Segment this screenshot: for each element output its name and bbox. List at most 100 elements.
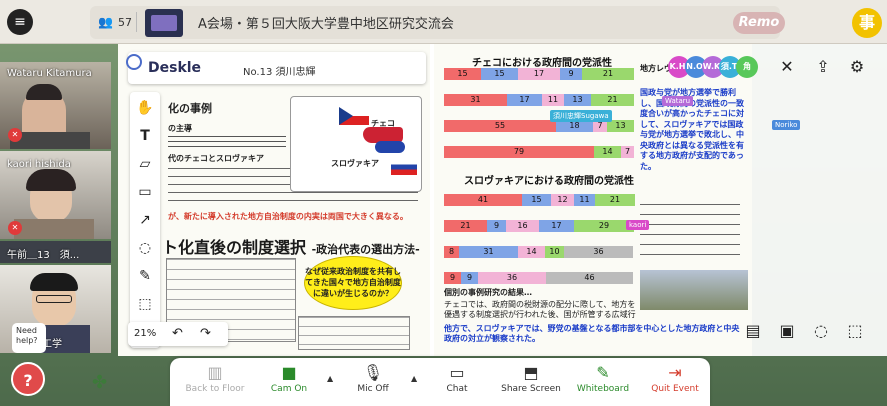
room-thumbnail: [145, 9, 183, 37]
floor-map-icon: ▥: [207, 363, 223, 382]
screen-share-icon: ⬒: [523, 363, 539, 382]
section-subtitle: -政治代表の選出方法-: [311, 243, 420, 256]
close-icon[interactable]: ✕: [774, 54, 800, 80]
map-label: チェコ: [371, 119, 395, 128]
chat-bubble-icon[interactable]: ◌: [808, 318, 834, 344]
map-image: チェコ スロヴァキア: [290, 96, 422, 192]
arrow-icon[interactable]: ↗: [135, 210, 155, 230]
poster-right-page: チェコにおける政府間の党派性 15 15 17 9 21 31 17 11 13 21 55 18 7 1…: [434, 44, 752, 356]
mic-muted-icon: 🎙: [362, 363, 384, 382]
whiteboard-button[interactable]: ✎ Whiteboard: [568, 362, 638, 402]
chart-title: スロヴァキアにおける政府間の党派性: [464, 176, 634, 187]
room-title: A会場・第５回大阪大学豊中地区研究交流会: [198, 17, 454, 32]
poster-body-text: [640, 204, 740, 264]
participant-avatar[interactable]: 角: [736, 56, 758, 78]
bar-segment: 14: [594, 146, 621, 158]
people-icon: 👥: [98, 15, 113, 29]
whiteboard-label: Whiteboard: [576, 384, 630, 394]
menu-icon[interactable]: ≡: [7, 9, 33, 35]
chat-icon: ▭: [449, 363, 465, 382]
chat-button[interactable]: ▭ Chat: [422, 362, 492, 402]
presenter-icon[interactable]: ▣: [774, 318, 800, 344]
poster-left-page: 化の事例 の主導 代のチェコとスロヴァキア が、新たに導入された地方自治制度の内…: [118, 44, 430, 356]
poster-body-text: [168, 136, 286, 150]
cam-on-label: Cam On: [270, 384, 308, 394]
bar-segment: 15: [481, 68, 518, 80]
bottom-text-highlight: 他方で、スロヴァキアでは、野党の基盤となる都市部を中心とした地方政府と中央政府の…: [444, 324, 740, 343]
rectangle-icon[interactable]: ▭: [135, 182, 155, 202]
bar-row: 9 9 36 46: [444, 272, 634, 284]
side-text: 国政与党が地方選挙で勝利し、国政府間の党派性の一致度合いが高かったチェコに対して…: [640, 88, 744, 171]
help-icon[interactable]: ?: [11, 362, 45, 396]
whiteboard-toolbar: ✋ T ▱ ▭ ↗ ◌ ✎ ⬚: [130, 92, 160, 348]
bar-segment: 17: [507, 94, 542, 106]
video-tile[interactable]: kaori hishida ✕: [0, 151, 111, 239]
document-number: No.13 須川忠輝: [243, 67, 316, 78]
cursor-label: Noriko: [772, 120, 801, 130]
bar-segment: 14: [518, 246, 545, 258]
map-icon[interactable]: ▤: [740, 318, 766, 344]
poster-heading: の主導: [168, 124, 192, 133]
bar-segment: 9: [487, 220, 506, 232]
bar-segment: 16: [506, 220, 539, 232]
help-tooltip: Need help?: [12, 323, 46, 353]
bar-segment: 21: [444, 220, 487, 232]
quit-event-button[interactable]: ⇥ Quit Event: [640, 362, 710, 402]
callout-bubble: なぜ従来政治制度を共有してきた国々で地方自治制度に違いが生じるのか？: [304, 256, 402, 310]
bottom-heading: 個別の事例研究の結果…: [444, 288, 532, 297]
bar-segment: 11: [574, 194, 595, 206]
whiteboard-canvas[interactable]: 化の事例 の主導 代のチェコとスロヴァキア が、新たに導入された地方自治制度の内…: [118, 44, 752, 356]
quit-event-label: Quit Event: [651, 384, 699, 394]
deskle-logo: Deskle: [148, 60, 202, 76]
bar-row: 21 9 16 17 29: [444, 220, 634, 232]
whiteboard-side-panel: K.H. N.O. W.K. 須.T. 角 ✕ ⇪ ⚙ Noriko ▤ ▣ ◌ ⬚: [668, 44, 887, 356]
bar-segment: 31: [459, 246, 518, 258]
exit-icon: ⇥: [668, 363, 682, 382]
hand-icon[interactable]: ✋: [135, 98, 155, 118]
pen-icon[interactable]: ✎: [135, 266, 155, 286]
user-avatar[interactable]: 事: [852, 8, 882, 38]
city-photo: [640, 270, 748, 310]
bar-segment: 15: [522, 194, 551, 206]
mic-off-label: Mic Off: [357, 384, 389, 394]
chat-label: Chat: [446, 384, 468, 394]
mic-options-caret-icon[interactable]: ▲: [411, 374, 417, 383]
back-to-floor-label: Back to Floor: [185, 384, 245, 394]
bar-segment: 17: [539, 220, 574, 232]
map-label: スロヴァキア: [331, 159, 379, 168]
bar-segment: 41: [444, 194, 522, 206]
gear-icon[interactable]: ⚙: [844, 54, 870, 80]
bar-segment: 11: [542, 94, 564, 106]
video-tile[interactable]: Wataru Kitamura ✕: [0, 62, 111, 149]
whiteboard-icon: ✎: [596, 363, 610, 382]
participant-name: Wataru Kitamura: [7, 68, 92, 79]
cursor-label: Wataru: [662, 96, 694, 106]
section-title-text: ト化直後の制度選択: [162, 238, 307, 257]
bar-row: 79 14 7: [444, 146, 634, 158]
crop-icon[interactable]: ⬚: [842, 318, 868, 344]
mic-off-button[interactable]: 🎙 Mic Off: [338, 362, 408, 402]
zoom-control: 21% ↶ ↷: [128, 322, 228, 346]
cam-on-button[interactable]: ■ Cam On: [254, 362, 324, 402]
divider: [136, 12, 137, 32]
share-screen-button[interactable]: ⬒ Share Screen: [496, 362, 566, 402]
bar-row: 15 15 17 9 21: [444, 68, 634, 80]
deskle-header: Deskle No.13 須川忠輝: [126, 52, 426, 84]
bar-segment: 36: [564, 246, 633, 258]
chart-title: チェコにおける政府間の党派性: [472, 58, 612, 69]
select-icon[interactable]: ⬚: [135, 294, 155, 314]
comment-icon[interactable]: ◌: [135, 238, 155, 258]
bar-segment: 46: [546, 272, 633, 284]
top-bar: ≡ 👥 57 A会場・第５回大阪大学豊中地区研究交流会 Remo 事: [0, 0, 887, 44]
deskle-logo-icon: [126, 54, 142, 70]
text-icon[interactable]: T: [135, 126, 155, 146]
back-to-floor-button[interactable]: ▥ Back to Floor: [180, 362, 250, 402]
share-icon[interactable]: ⇪: [810, 54, 836, 80]
redo-icon[interactable]: ↷: [200, 326, 211, 341]
cam-options-caret-icon[interactable]: ▲: [327, 374, 333, 383]
zoom-level: 21%: [134, 328, 157, 339]
bar-row: 31 17 11 13 21: [444, 94, 634, 106]
video-tile[interactable]: 午前＿13 須...: [0, 241, 111, 263]
undo-icon[interactable]: ↶: [172, 326, 183, 341]
sticky-note-icon[interactable]: ▱: [135, 154, 155, 174]
